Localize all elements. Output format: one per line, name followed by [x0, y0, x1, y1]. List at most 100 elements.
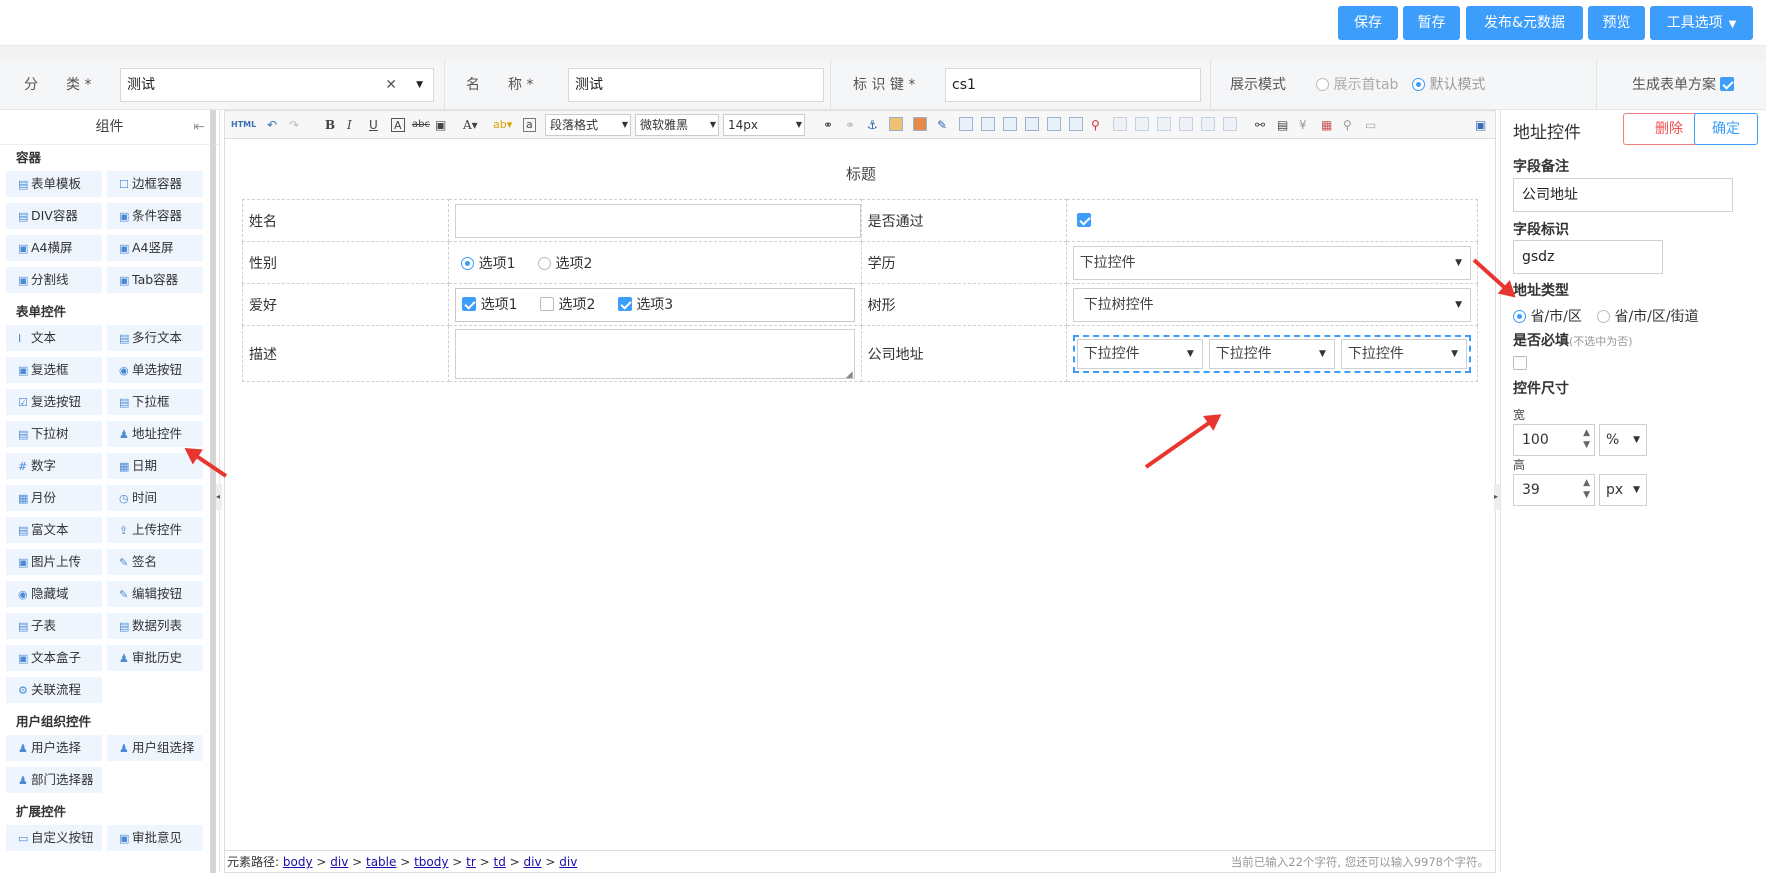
component-item[interactable]: ▤ 下拉框: [107, 389, 203, 415]
required-checkbox[interactable]: [1513, 356, 1527, 372]
save-button[interactable]: 保存: [1338, 6, 1398, 40]
province-select[interactable]: 下拉控件 ▼: [1076, 338, 1203, 369]
path-link[interactable]: table: [366, 855, 396, 869]
height-unit-select[interactable]: px ▼: [1599, 474, 1647, 506]
component-item[interactable]: ▣ 审批意见: [107, 825, 203, 851]
component-item[interactable]: ◉ 隐藏域: [6, 581, 102, 607]
path-link[interactable]: div: [559, 855, 577, 869]
component-item[interactable]: ✎ 编辑按钮: [107, 581, 203, 607]
resize-handle-icon[interactable]: ◢: [846, 370, 853, 380]
width-unit-select[interactable]: % ▼: [1599, 424, 1647, 456]
left-collapse-handle[interactable]: ◂: [216, 484, 222, 510]
fullscreen-icon[interactable]: ▣: [1475, 115, 1486, 135]
paste-icon[interactable]: ▣: [435, 115, 446, 135]
component-item[interactable]: ▤ DIV容器: [6, 203, 102, 229]
preview-button[interactable]: 预览: [1588, 6, 1645, 40]
paste-text-icon[interactable]: ▤: [1277, 115, 1288, 135]
calendar-icon[interactable]: ▦: [1321, 115, 1332, 135]
component-item[interactable]: ☑ 复选按钮: [6, 389, 102, 415]
component-item[interactable]: ▣ Tab容器: [107, 267, 203, 293]
lowercase-icon[interactable]: a: [523, 118, 536, 132]
collapse-icon[interactable]: ⇤: [193, 110, 205, 145]
row-prop-icon[interactable]: [1157, 117, 1171, 131]
component-item[interactable]: ▭ 自定义按钮: [6, 825, 102, 851]
component-item[interactable]: ▣ 条件容器: [107, 203, 203, 229]
font-color-icon[interactable]: A▾: [463, 115, 478, 135]
name-input[interactable]: 测试: [568, 68, 824, 102]
path-link[interactable]: div: [524, 855, 542, 869]
unlink-icon[interactable]: ⚭: [845, 115, 855, 135]
delete-row-icon[interactable]: [1025, 117, 1039, 131]
key-input[interactable]: cs1: [945, 68, 1201, 102]
component-item[interactable]: ◷ 时间: [107, 485, 203, 511]
html-source-button[interactable]: HTML: [231, 115, 256, 135]
clear-icon[interactable]: ✕: [385, 69, 397, 101]
preview-icon[interactable]: ⚲: [1343, 115, 1352, 135]
component-item[interactable]: ▦ 月份: [6, 485, 102, 511]
component-item[interactable]: I 文本: [6, 325, 102, 351]
hobby-option-1[interactable]: 选项1: [462, 296, 518, 313]
component-item[interactable]: ▣ A4横屏: [6, 235, 102, 261]
path-link[interactable]: div: [330, 855, 348, 869]
hobby-option-2[interactable]: 选项2: [540, 296, 595, 313]
category-select[interactable]: 测试 ✕ ▼: [120, 68, 434, 102]
component-item[interactable]: ⚙ 关联流程: [6, 677, 102, 703]
path-link[interactable]: body: [283, 855, 313, 869]
width-stepper[interactable]: 100 ▲ ▼: [1513, 424, 1595, 456]
table-prop-icon[interactable]: [1113, 117, 1127, 131]
address-type-option-1[interactable]: 省/市/区: [1513, 306, 1582, 326]
path-link[interactable]: tr: [466, 855, 476, 869]
italic-icon[interactable]: I: [347, 115, 352, 135]
component-item[interactable]: ▤ 数据列表: [107, 613, 203, 639]
underline-icon[interactable]: U: [369, 115, 378, 135]
component-item[interactable]: ▤ 下拉树: [6, 421, 102, 447]
delete-column-icon[interactable]: [1047, 117, 1061, 131]
stepper-arrows-icon[interactable]: ▲ ▼: [1583, 477, 1590, 501]
merge-cells-icon[interactable]: [1069, 117, 1083, 131]
font-size-select[interactable]: 14px ▼: [723, 114, 805, 136]
gen-form-option[interactable]: 生成表单方案: [1632, 60, 1735, 110]
media-icon[interactable]: [913, 117, 927, 131]
component-item[interactable]: # 数字: [6, 453, 102, 479]
image-icon[interactable]: [889, 117, 903, 131]
path-link[interactable]: td: [494, 855, 506, 869]
component-item[interactable]: ▣ 分割线: [6, 267, 102, 293]
mode-tab-radio[interactable]: 展示首tab: [1316, 60, 1398, 110]
name-text-input[interactable]: [455, 203, 861, 238]
anchor-icon[interactable]: ⚓: [867, 115, 878, 135]
component-item[interactable]: ▤ 多行文本: [107, 325, 203, 351]
paragraph-format-select[interactable]: 段落格式 ▼: [545, 114, 631, 136]
font-family-select[interactable]: 微软雅黑 ▼: [635, 114, 719, 136]
currency-icon[interactable]: ¥: [1299, 115, 1307, 135]
split-cells-icon[interactable]: ⚲: [1091, 115, 1100, 135]
component-item[interactable]: ▤ 富文本: [6, 517, 102, 543]
find-icon[interactable]: ⚯: [1255, 115, 1265, 135]
description-textarea[interactable]: ◢: [455, 328, 855, 380]
attachment-icon[interactable]: ✎: [937, 115, 947, 135]
tools-dropdown-button[interactable]: 工具选项 ▼: [1650, 6, 1753, 40]
chevron-down-icon[interactable]: ▼: [416, 69, 423, 101]
gender-option-1[interactable]: 选项1: [461, 256, 516, 272]
checkbox-checked-icon[interactable]: [1720, 77, 1735, 91]
city-select[interactable]: 下拉控件 ▼: [1208, 338, 1335, 369]
component-item[interactable]: ▤ 表单模板: [6, 171, 102, 197]
component-item[interactable]: ▣ 复选框: [6, 357, 102, 383]
mode-default-radio[interactable]: 默认模式: [1412, 60, 1485, 110]
address-control[interactable]: 下拉控件 ▼ 下拉控件 ▼ 下拉控件 ▼: [1072, 334, 1471, 373]
insert-row-icon[interactable]: [981, 117, 995, 131]
remark-input[interactable]: 公司地址: [1513, 178, 1733, 212]
component-item[interactable]: ♟ 审批历史: [107, 645, 203, 671]
insert-column-icon[interactable]: [1003, 117, 1017, 131]
component-item[interactable]: ▣ 文本盒子: [6, 645, 102, 671]
component-item[interactable]: ⇪ 上传控件: [107, 517, 203, 543]
link-icon[interactable]: ⚭: [823, 115, 833, 135]
redo-icon[interactable]: ↷: [289, 115, 299, 135]
draft-button[interactable]: 暂存: [1403, 6, 1460, 40]
component-item[interactable]: ▣ 图片上传: [6, 549, 102, 575]
gender-option-2[interactable]: 选项2: [538, 256, 592, 272]
height-stepper[interactable]: 39 ▲ ▼: [1513, 474, 1595, 506]
component-item[interactable]: ▣ A4竖屏: [107, 235, 203, 261]
component-item[interactable]: ☐ 边框容器: [107, 171, 203, 197]
publish-button[interactable]: 发布&元数据: [1466, 6, 1583, 40]
component-item[interactable]: ♟ 部门选择器: [6, 767, 102, 793]
